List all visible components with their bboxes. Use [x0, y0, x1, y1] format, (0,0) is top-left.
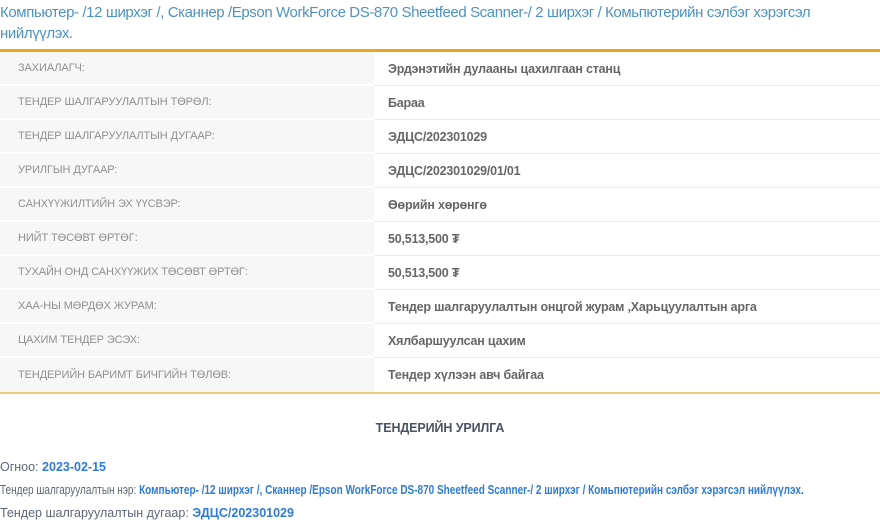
invitation-number-label: Тендер шалгаруулалтын дугаар:: [0, 506, 189, 520]
invitation-name-line: Тендер шалгаруулалтын нэр: Компьютер- /1…: [0, 479, 704, 502]
row-value: ЭДЦС/202301029: [374, 120, 880, 154]
table-row: ТЕНДЕР ШАЛГАРУУЛАЛТЫН ДУГААР: ЭДЦС/20230…: [0, 120, 880, 154]
invitation-name-link[interactable]: Компьютер- /12 ширхэг /, Сканнер /Epson …: [139, 483, 804, 497]
row-value: Өөрийн хөрөнгө: [374, 188, 880, 222]
table-row: НИЙТ ТӨСӨВТ ӨРТӨГ: 50,513,500 ₮: [0, 222, 880, 256]
row-label: ЗАХИАЛАГЧ:: [0, 52, 374, 86]
row-label: ТЕНДЕРИЙН БАРИМТ БИЧГИЙН ТӨЛӨВ:: [0, 358, 374, 392]
row-value: Тендер хүлээн авч байгаа: [374, 358, 880, 392]
invitation-date-link[interactable]: 2023-02-15: [42, 460, 106, 474]
table-row: УРИЛГЫН ДУГААР: ЭДЦС/202301029/01/01: [0, 154, 880, 188]
table-row: ХАА-НЫ МӨРДӨХ ЖУРАМ: Тендер шалгаруулалт…: [0, 290, 880, 324]
tender-detail-page: Компьютер- /12 ширхэг /, Сканнер /Epson …: [0, 2, 880, 525]
table-row: ТЕНДЕР ШАЛГАРУУЛАЛТЫН ТӨРӨЛ: Бараа: [0, 86, 880, 120]
table-row: ЦАХИМ ТЕНДЕР ЭСЭХ: Хялбаршуулсан цахим: [0, 324, 880, 358]
invitation-number-line: Тендер шалгаруулалтын дугаар: ЭДЦС/20230…: [0, 502, 880, 525]
row-label: ХАА-НЫ МӨРДӨХ ЖУРАМ:: [0, 290, 374, 324]
row-label: УРИЛГЫН ДУГААР:: [0, 154, 374, 188]
table-row: ТУХАЙН ОНД САНХҮҮЖИХ ТӨСӨВТ ӨРТӨГ: 50,51…: [0, 256, 880, 290]
page-title: Компьютер- /12 ширхэг /, Сканнер /Epson …: [0, 2, 822, 44]
table-row: ТЕНДЕРИЙН БАРИМТ БИЧГИЙН ТӨЛӨВ: Тендер х…: [0, 358, 880, 392]
row-label: НИЙТ ТӨСӨВТ ӨРТӨГ:: [0, 222, 374, 256]
row-value: ЭДЦС/202301029/01/01: [374, 154, 880, 188]
row-value: Хялбаршуулсан цахим: [374, 324, 880, 358]
row-value: Тендер шалгаруулалтын онцгой журам ,Харь…: [374, 290, 880, 324]
row-label: ТЕНДЕР ШАЛГАРУУЛАЛТЫН ТӨРӨЛ:: [0, 86, 374, 120]
invitation-heading: ТЕНДЕРИЙН УРИЛГА: [0, 421, 880, 435]
row-value: 50,513,500 ₮: [374, 222, 880, 256]
row-label: САНХҮҮЖИЛТИЙН ЭХ ҮҮСВЭР:: [0, 188, 374, 222]
row-label: ТЕНДЕР ШАЛГАРУУЛАЛТЫН ДУГААР:: [0, 120, 374, 154]
row-value: 50,513,500 ₮: [374, 256, 880, 290]
row-label: ТУХАЙН ОНД САНХҮҮЖИХ ТӨСӨВТ ӨРТӨГ:: [0, 256, 374, 290]
row-value: Эрдэнэтийн дулааны цахилгаан станц: [374, 52, 880, 86]
tender-details-table: ЗАХИАЛАГЧ: Эрдэнэтийн дулааны цахилгаан …: [0, 49, 880, 394]
invitation-date-label: Огноо:: [0, 460, 39, 474]
invitation-number-link[interactable]: ЭДЦС/202301029: [192, 506, 294, 520]
invitation-summary: Огноо: 2023-02-15 Тендер шалгаруулалтын …: [0, 456, 880, 525]
row-value: Бараа: [374, 86, 880, 120]
table-row: ЗАХИАЛАГЧ: Эрдэнэтийн дулааны цахилгаан …: [0, 52, 880, 86]
invitation-date-line: Огноо: 2023-02-15: [0, 456, 880, 479]
invitation-name-label: Тендер шалгаруулалтын нэр:: [0, 483, 136, 497]
table-row: САНХҮҮЖИЛТИЙН ЭХ ҮҮСВЭР: Өөрийн хөрөнгө: [0, 188, 880, 222]
row-label: ЦАХИМ ТЕНДЕР ЭСЭХ:: [0, 324, 374, 358]
